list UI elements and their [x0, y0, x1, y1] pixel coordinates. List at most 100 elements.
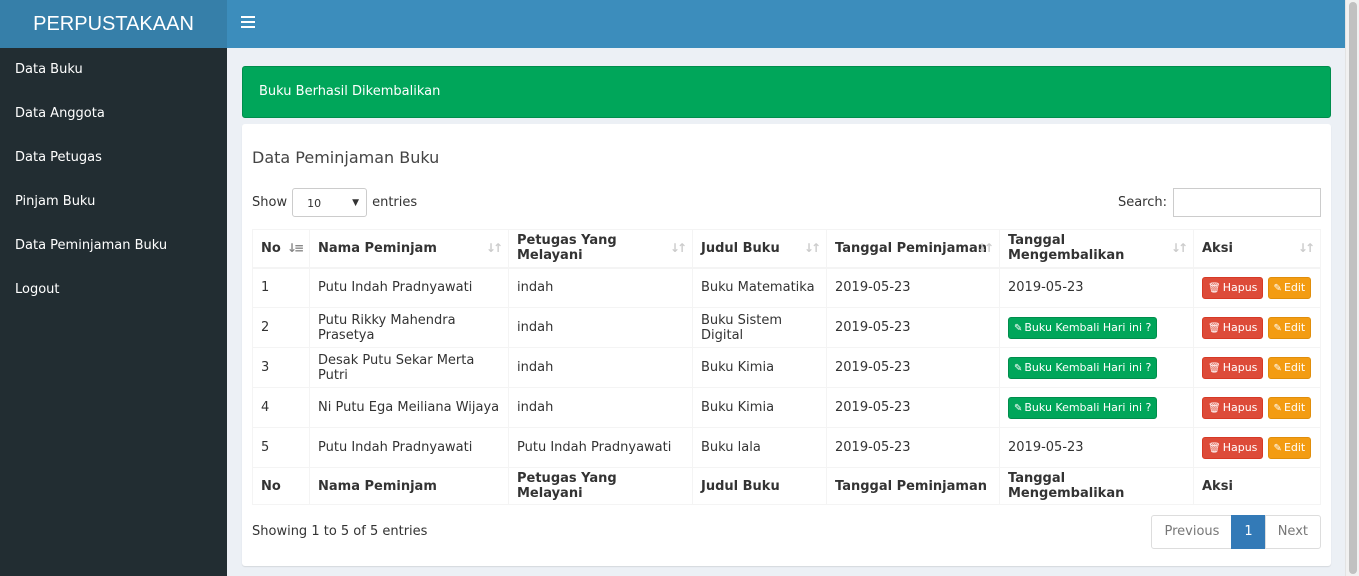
cell-tgl-pinjam: 2019-05-23: [826, 387, 1000, 428]
column-header-petugas[interactable]: Petugas Yang Melayani ↓↑: [508, 229, 693, 269]
app-logo[interactable]: PERPUSTAKAAN: [0, 0, 227, 48]
sidebar-item-data-anggota[interactable]: Data Anggota: [0, 92, 227, 136]
trash-icon: 🗑: [1208, 402, 1221, 414]
pencil-icon: ✎: [1014, 362, 1023, 374]
return-book-button[interactable]: ✎ Buku Kembali Hari ini ?: [1008, 356, 1158, 379]
previous-page-button[interactable]: Previous: [1151, 515, 1233, 549]
success-alert: Buku Berhasil Dikembalikan: [242, 66, 1331, 118]
cell-petugas: Putu Indah Pradnyawati: [508, 427, 693, 468]
cell-judul: Buku Kimia: [692, 387, 827, 428]
sidebar-item-data-peminjaman[interactable]: Data Peminjaman Buku: [0, 224, 227, 268]
trash-icon: 🗑: [1208, 442, 1221, 454]
cell-tgl-kembali: ✎ Buku Kembali Hari ini ?: [999, 307, 1194, 348]
trash-icon: 🗑: [1208, 362, 1221, 374]
return-book-button[interactable]: ✎ Buku Kembali Hari ini ?: [1008, 396, 1158, 419]
column-header-nama[interactable]: Nama Peminjam ↓↑: [309, 229, 509, 269]
edit-button[interactable]: ✎ Edit: [1267, 436, 1312, 459]
hapus-button[interactable]: 🗑 Hapus: [1202, 436, 1264, 459]
hapus-button[interactable]: 🗑 Hapus: [1202, 396, 1264, 419]
edit-button[interactable]: ✎ Edit: [1267, 276, 1312, 299]
column-header-aksi[interactable]: Aksi ↓↑: [1193, 229, 1321, 269]
scrollbar-thumb[interactable]: [1349, 2, 1357, 574]
cell-aksi: 🗑 Hapus ✎ Edit: [1193, 427, 1321, 468]
next-page-button[interactable]: Next: [1264, 515, 1321, 549]
cell-judul: Buku Matematika: [692, 267, 827, 308]
trash-icon: 🗑: [1208, 322, 1221, 334]
cell-tgl-kembali: 2019-05-23: [999, 427, 1194, 468]
page-title: Data Peminjaman Buku: [252, 148, 440, 167]
page-scrollbar[interactable]: [1345, 0, 1359, 576]
return-book-button[interactable]: ✎ Buku Kembali Hari ini ?: [1008, 316, 1158, 339]
cell-petugas: indah: [508, 347, 693, 388]
edit-button[interactable]: ✎ Edit: [1267, 356, 1312, 379]
footer-nama: Nama Peminjam: [309, 467, 509, 505]
entries-select[interactable]: 10 ▼: [292, 187, 368, 217]
pencil-icon: ✎: [1273, 322, 1282, 334]
app-logo-text: PERPUSTAKAAN: [33, 12, 194, 35]
footer-tgl-kembali: Tanggal Mengembalikan: [999, 467, 1194, 505]
top-navbar: [227, 0, 1345, 48]
cell-aksi: 🗑 Hapus ✎ Edit: [1193, 387, 1321, 428]
hamburger-icon[interactable]: [241, 16, 255, 30]
table-info: Showing 1 to 5 of 5 entries: [252, 524, 428, 539]
table-row: 2 Putu Rikky Mahendra Prasetya indah Buk…: [252, 307, 1321, 348]
cell-petugas: indah: [508, 307, 693, 348]
column-header-tgl-pinjam[interactable]: Tanggal Peminjaman ↓↑: [826, 229, 1000, 269]
pagination: Previous 1 Next: [1151, 515, 1321, 549]
table-row: 1 Putu Indah Pradnyawati indah Buku Mate…: [252, 267, 1321, 308]
sort-icon: ↓↑: [1297, 241, 1315, 255]
cell-tgl-pinjam: 2019-05-23: [826, 427, 1000, 468]
edit-button[interactable]: ✎ Edit: [1267, 396, 1312, 419]
sort-icon: ↓↑: [803, 241, 821, 255]
cell-nama: Putu Indah Pradnyawati: [309, 427, 509, 468]
cell-aksi: 🗑 Hapus ✎ Edit: [1193, 347, 1321, 388]
loans-table: No ↓≡ Nama Peminjam ↓↑ Petugas Yang Melaya…: [252, 229, 1321, 505]
cell-judul: Buku lala: [692, 427, 827, 468]
table-footer-row: No Nama Peminjam Petugas Yang Melayani J…: [252, 467, 1321, 505]
cell-aksi: 🗑 Hapus ✎ Edit: [1193, 267, 1321, 308]
caret-down-icon: ▼: [352, 197, 360, 208]
footer-petugas: Petugas Yang Melayani: [508, 467, 693, 505]
table-row: 4 Ni Putu Ega Meiliana Wijaya indah Buku…: [252, 387, 1321, 428]
column-header-no[interactable]: No ↓≡: [252, 229, 310, 269]
pencil-icon: ✎: [1273, 362, 1282, 374]
cell-no: 3: [252, 347, 310, 388]
cell-petugas: indah: [508, 267, 693, 308]
cell-tgl-kembali: 2019-05-23: [999, 267, 1194, 308]
sort-icon: ↓↑: [669, 241, 687, 255]
page-1-button[interactable]: 1: [1231, 515, 1266, 549]
cell-aksi: 🗑 Hapus ✎ Edit: [1193, 307, 1321, 348]
footer-judul: Judul Buku: [692, 467, 827, 505]
sort-icon: ↓↑: [976, 241, 994, 255]
sort-icon: ↓↑: [485, 241, 503, 255]
cell-petugas: indah: [508, 387, 693, 428]
sort-icon: ↓↑: [1170, 241, 1188, 255]
sidebar-item-data-buku[interactable]: Data Buku: [0, 48, 227, 92]
show-label: Show: [252, 194, 288, 210]
cell-no: 2: [252, 307, 310, 348]
hapus-button[interactable]: 🗑 Hapus: [1202, 276, 1264, 299]
hapus-button[interactable]: 🗑 Hapus: [1202, 356, 1264, 379]
search-control: Search:: [1118, 188, 1321, 217]
length-control: Show 10 ▼ entries: [252, 187, 418, 217]
cell-no: 5: [252, 427, 310, 468]
cell-no: 4: [252, 387, 310, 428]
footer-no: No: [252, 467, 310, 505]
edit-button[interactable]: ✎ Edit: [1267, 316, 1312, 339]
table-row: 3 Desak Putu Sekar Merta Putri indah Buk…: [252, 347, 1321, 388]
hapus-button[interactable]: 🗑 Hapus: [1202, 316, 1264, 339]
search-input[interactable]: [1173, 188, 1321, 217]
cell-nama: Putu Indah Pradnyawati: [309, 267, 509, 308]
cell-judul: Buku Sistem Digital: [692, 307, 827, 348]
column-header-tgl-kembali[interactable]: Tanggal Mengembalikan ↓↑: [999, 229, 1194, 269]
sidebar-item-pinjam-buku[interactable]: Pinjam Buku: [0, 180, 227, 224]
cell-judul: Buku Kimia: [692, 347, 827, 388]
search-label: Search:: [1117, 195, 1167, 210]
content-box: Data Peminjaman Buku Show 10 ▼ entries S…: [242, 124, 1331, 566]
entries-label: entries: [372, 194, 418, 210]
sidebar-item-logout[interactable]: Logout: [0, 268, 227, 312]
sidebar-item-data-petugas[interactable]: Data Petugas: [0, 136, 227, 180]
cell-tgl-pinjam: 2019-05-23: [826, 347, 1000, 388]
column-header-judul[interactable]: Judul Buku ↓↑: [692, 229, 827, 269]
cell-no: 1: [252, 267, 310, 308]
